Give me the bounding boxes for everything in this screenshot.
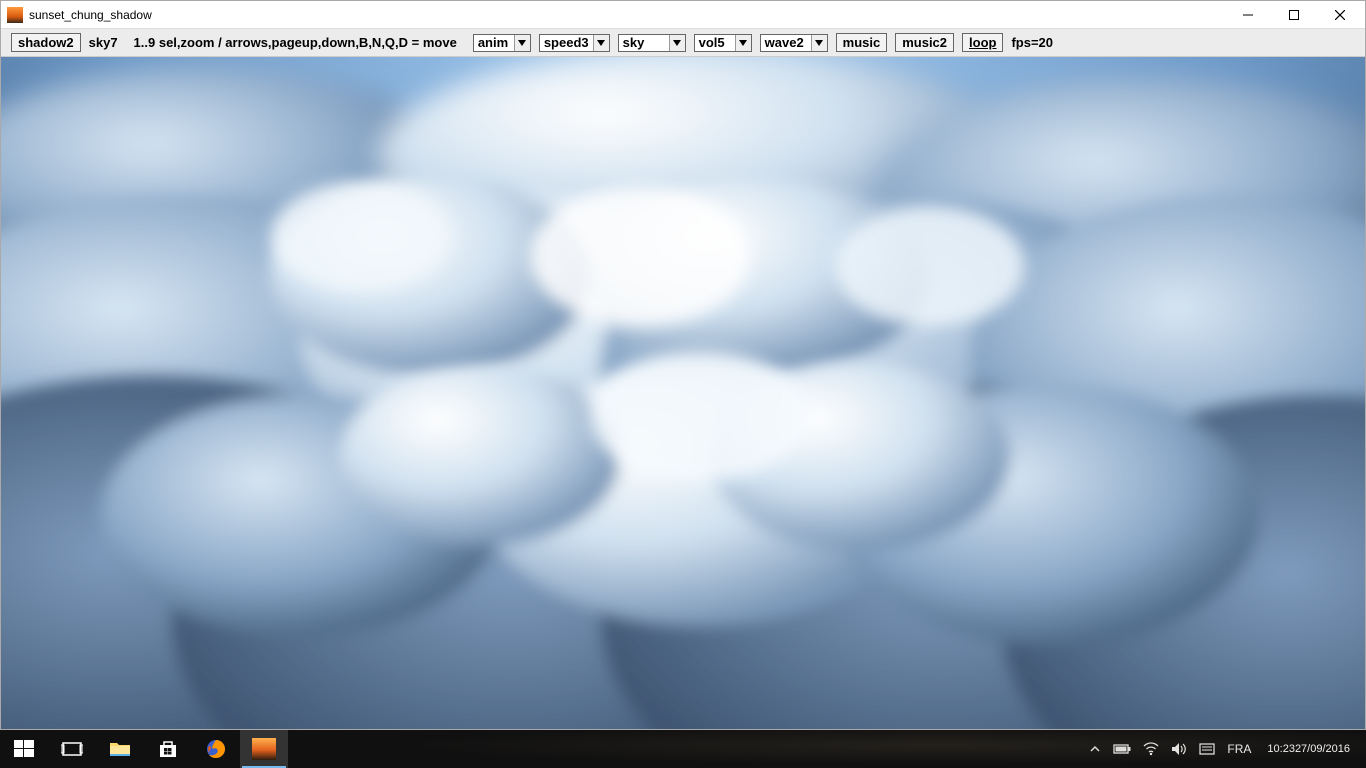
tray-overflow-button[interactable] <box>1083 730 1107 768</box>
close-icon <box>1335 10 1345 20</box>
window-title: sunset_chung_shadow <box>29 8 1225 22</box>
start-button[interactable] <box>0 730 48 768</box>
music-button[interactable]: music <box>836 33 888 52</box>
language-button[interactable]: FRA <box>1221 730 1257 768</box>
wave-select[interactable]: wave2 <box>760 34 828 52</box>
chevron-down-icon <box>593 35 609 51</box>
app-icon <box>7 7 23 23</box>
minimize-icon <box>1243 10 1253 20</box>
task-view-button[interactable] <box>48 730 96 768</box>
store-icon <box>157 738 179 760</box>
anim-select[interactable]: anim <box>473 34 531 52</box>
windows-icon <box>13 738 35 760</box>
wave-select-value: wave2 <box>761 35 811 50</box>
ime-button[interactable] <box>1193 730 1221 768</box>
volume-button[interactable] <box>1165 730 1193 768</box>
speed-select-value: speed3 <box>540 35 593 50</box>
help-text: 1..9 sel,zoom / arrows,pageup,down,B,N,Q… <box>134 35 457 50</box>
toolbar: shadow2 sky7 1..9 sel,zoom / arrows,page… <box>1 29 1365 57</box>
shadow-button[interactable]: shadow2 <box>11 33 81 52</box>
chevron-down-icon <box>811 35 827 51</box>
taskbar: FRA 10:23 27/09/2016 <box>0 730 1366 768</box>
clouds-image <box>1 57 1365 729</box>
titlebar[interactable]: sunset_chung_shadow <box>1 1 1365 29</box>
folder-icon <box>109 738 131 760</box>
vol-select[interactable]: vol5 <box>694 34 752 52</box>
speaker-icon <box>1171 742 1187 756</box>
keyboard-icon <box>1199 742 1215 756</box>
firefox-button[interactable] <box>192 730 240 768</box>
sky-select-value: sky <box>619 35 669 50</box>
minimize-button[interactable] <box>1225 1 1271 29</box>
clock-time: 10:23 <box>1267 742 1295 756</box>
anim-select-value: anim <box>474 35 514 50</box>
maximize-button[interactable] <box>1271 1 1317 29</box>
battery-icon <box>1113 742 1131 756</box>
wifi-button[interactable] <box>1137 730 1165 768</box>
store-button[interactable] <box>144 730 192 768</box>
sky-select[interactable]: sky <box>618 34 686 52</box>
sky-label: sky7 <box>89 35 118 50</box>
vol-select-value: vol5 <box>695 35 735 50</box>
wifi-icon <box>1143 742 1159 756</box>
sunset-app-icon <box>252 738 276 760</box>
battery-button[interactable] <box>1107 730 1137 768</box>
chevron-down-icon <box>735 35 751 51</box>
language-label: FRA <box>1227 742 1251 756</box>
show-desktop-button[interactable] <box>1360 730 1366 768</box>
clock-button[interactable]: 10:23 27/09/2016 <box>1257 730 1360 768</box>
viewport[interactable] <box>1 57 1365 729</box>
speed-select[interactable]: speed3 <box>539 34 610 52</box>
maximize-icon <box>1289 10 1299 20</box>
firefox-icon <box>205 738 227 760</box>
window-controls <box>1225 1 1363 29</box>
running-app-button[interactable] <box>240 730 288 768</box>
clock-date: 27/09/2016 <box>1295 742 1350 756</box>
close-button[interactable] <box>1317 1 1363 29</box>
chevron-down-icon <box>514 35 530 51</box>
system-tray: FRA 10:23 27/09/2016 <box>1083 730 1366 768</box>
fps-label: fps=20 <box>1011 35 1053 50</box>
file-explorer-button[interactable] <box>96 730 144 768</box>
loop-button[interactable]: loop <box>962 33 1003 52</box>
chevron-up-icon <box>1089 743 1101 755</box>
task-view-icon <box>61 738 83 760</box>
music2-button[interactable]: music2 <box>895 33 954 52</box>
chevron-down-icon <box>669 35 685 51</box>
app-window: sunset_chung_shadow shadow2 sky7 1..9 se… <box>0 0 1366 730</box>
